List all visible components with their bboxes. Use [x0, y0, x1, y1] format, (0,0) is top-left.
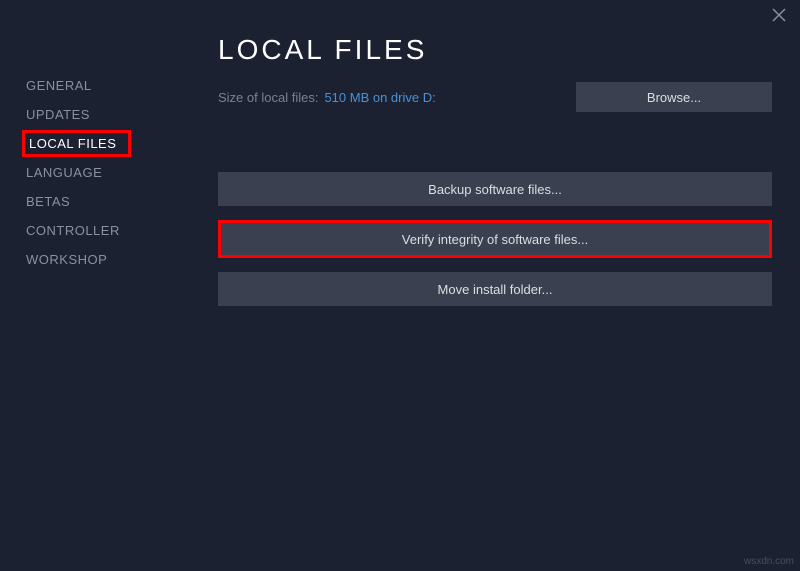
sidebar-item-betas[interactable]: BETAS	[22, 188, 74, 215]
watermark: wsxdn.com	[744, 556, 794, 567]
sidebar-item-workshop[interactable]: WORKSHOP	[22, 246, 111, 273]
sidebar-item-general[interactable]: GENERAL	[22, 72, 96, 99]
sidebar-item-updates[interactable]: UPDATES	[22, 101, 94, 128]
size-value: 510 MB on drive D:	[324, 90, 435, 105]
window-container: GENERAL UPDATES LOCAL FILES LANGUAGE BET…	[0, 0, 800, 571]
verify-integrity-button[interactable]: Verify integrity of software files...	[218, 220, 772, 258]
size-info-row: Size of local files: 510 MB on drive D: …	[218, 82, 772, 112]
sidebar-item-language[interactable]: LANGUAGE	[22, 159, 106, 186]
main-panel: LOCAL FILES Size of local files: 510 MB …	[200, 0, 800, 571]
page-title: LOCAL FILES	[218, 34, 772, 66]
sidebar-item-controller[interactable]: CONTROLLER	[22, 217, 124, 244]
size-label: Size of local files:	[218, 90, 318, 105]
move-install-button[interactable]: Move install folder...	[218, 272, 772, 306]
sidebar: GENERAL UPDATES LOCAL FILES LANGUAGE BET…	[0, 0, 200, 571]
browse-button[interactable]: Browse...	[576, 82, 772, 112]
backup-button[interactable]: Backup software files...	[218, 172, 772, 206]
sidebar-item-local-files[interactable]: LOCAL FILES	[22, 130, 131, 157]
close-icon[interactable]	[772, 8, 788, 24]
